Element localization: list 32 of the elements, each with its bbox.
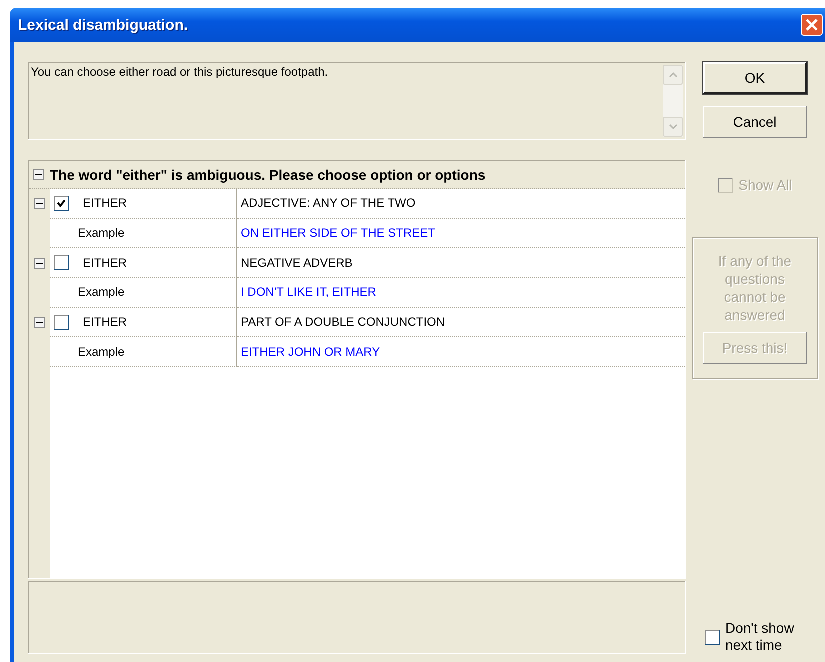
sense-word: EITHER [83,315,128,330]
cancel-button[interactable]: Cancel [703,106,807,138]
collapse-icon[interactable] [34,198,45,210]
collapse-icon[interactable] [33,169,44,180]
checkmark-icon [57,198,66,208]
sense-meaning: PART OF A DOUBLE CONJUNCTION [237,308,685,338]
checkbox[interactable] [54,255,69,270]
close-icon [805,18,819,32]
example-label: Example [78,285,125,300]
sentence-text: You can choose either road or this picturesque footpath. [30,64,330,81]
example-label: Example [78,226,125,240]
collapse-icon[interactable] [34,258,45,269]
dont-show-label: Don't show next time [726,620,796,654]
example-text: EITHER JOHN OR MARY [237,337,685,368]
example-text: ON EITHER SIDE OF THE STREET [237,218,685,248]
help-text: If any of the questions cannot be answered [717,252,793,324]
collapse-icon[interactable] [34,317,45,328]
example-text: I DON'T LIKE IT, EITHER [237,278,685,308]
sense-word: EITHER [83,256,128,270]
checkbox[interactable] [704,630,720,644]
show-all-label: Show All [738,177,792,193]
tree-header: The word "either" is ambiguous. Please choose option or options [50,166,486,182]
sense-meaning: ADJECTIVE: ANY OF THE TWO [237,189,685,219]
checkbox[interactable] [54,196,69,211]
ok-button[interactable]: OK [703,62,807,94]
checkbox[interactable] [54,314,69,330]
close-button[interactable] [801,14,823,36]
example-label: Example [78,344,125,359]
sense-word: EITHER [83,196,128,210]
sense-meaning: NEGATIVE ADVERB [237,248,685,278]
window-title: Lexical disambiguation. [18,16,188,34]
sentence-box[interactable]: You can choose either road or this picturesque footpath. [28,62,686,140]
